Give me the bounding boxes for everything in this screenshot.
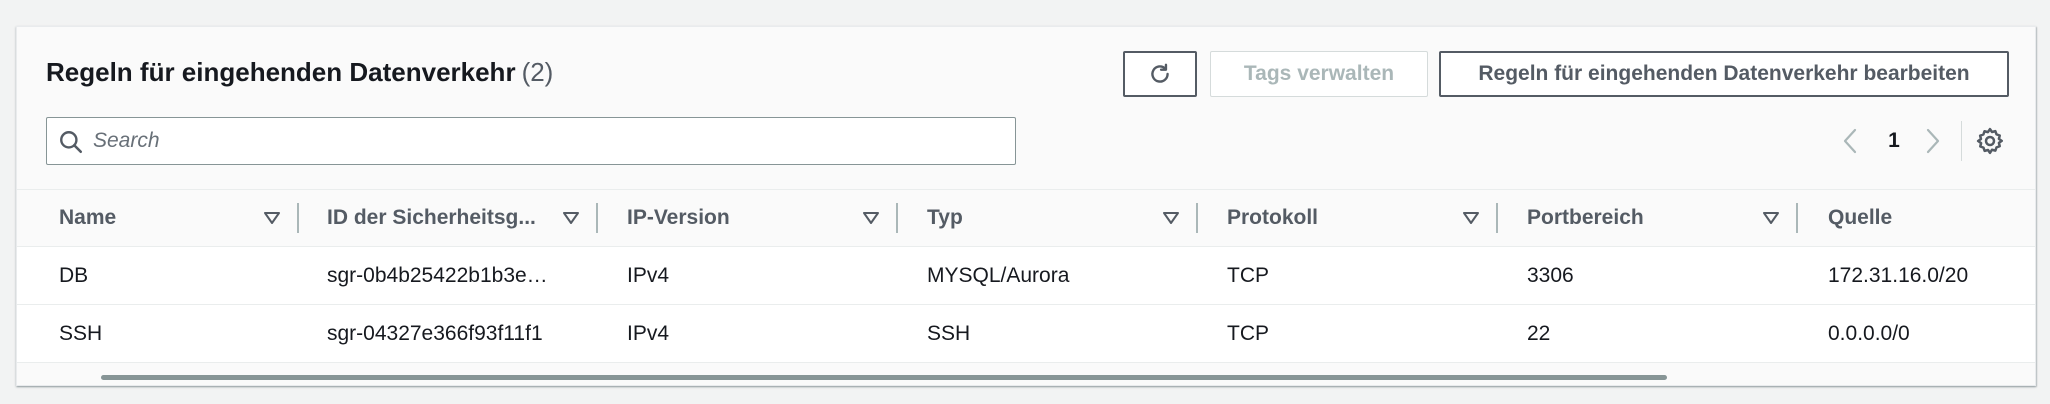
column-header-source[interactable]: Quelle bbox=[1828, 190, 1892, 246]
column-resizer[interactable] bbox=[1196, 203, 1198, 233]
column-header-ip-version[interactable]: IP-Version bbox=[627, 190, 730, 246]
cell-type: MYSQL/Aurora bbox=[927, 263, 1070, 287]
chevron-right-icon bbox=[1926, 128, 1940, 154]
column-header-port-range[interactable]: Portbereich bbox=[1527, 190, 1644, 246]
cell-name: DB bbox=[59, 263, 89, 287]
column-header-name[interactable]: Name bbox=[59, 190, 116, 246]
sort-icon[interactable] bbox=[1760, 207, 1782, 229]
cell-security-group-rule-id: sgr-04327e366f93f11f1 bbox=[327, 321, 543, 345]
cell-ip-version: IPv4 bbox=[627, 263, 670, 287]
column-header-type[interactable]: Typ bbox=[927, 190, 963, 246]
sort-icon[interactable] bbox=[1160, 207, 1182, 229]
table-header: Name ID der Sicherheitsg... IP-Version T… bbox=[17, 189, 2035, 247]
sort-icon[interactable] bbox=[1460, 207, 1482, 229]
cell-ip-version: IPv4 bbox=[627, 321, 670, 345]
column-header-security-group-id[interactable]: ID der Sicherheitsg... bbox=[327, 190, 536, 246]
column-resizer[interactable] bbox=[297, 203, 299, 233]
manage-tags-button[interactable]: Tags verwalten bbox=[1210, 51, 1428, 97]
refresh-icon bbox=[1151, 63, 1169, 83]
inbound-rules-panel: Regeln für eingehenden Datenverkehr (2) T… bbox=[16, 26, 2036, 386]
cell-type: SSH bbox=[927, 321, 971, 345]
cell-source: 0.0.0.0/0 bbox=[1828, 321, 1910, 345]
search-icon bbox=[60, 131, 83, 154]
column-resizer[interactable] bbox=[1496, 203, 1498, 233]
gear-icon[interactable] bbox=[1975, 126, 2005, 156]
cell-security-group-rule-id: sgr-0b4b25422b1b3e… bbox=[327, 263, 548, 287]
sort-icon[interactable] bbox=[560, 207, 582, 229]
rule-count: (2) bbox=[521, 57, 554, 87]
previous-page-button[interactable] bbox=[1836, 123, 1864, 159]
edit-inbound-rules-button[interactable]: Regeln für eingehenden Datenverkehr bear… bbox=[1439, 51, 2009, 97]
pagination-divider bbox=[1961, 121, 1962, 161]
column-header-protocol[interactable]: Protokoll bbox=[1227, 190, 1318, 246]
next-page-button[interactable] bbox=[1919, 123, 1947, 159]
search-input[interactable] bbox=[93, 122, 993, 160]
cell-protocol: TCP bbox=[1227, 321, 1269, 345]
cell-port-range: 3306 bbox=[1527, 263, 1574, 287]
sort-icon[interactable] bbox=[261, 207, 283, 229]
page-title: Regeln für eingehenden Datenverkehr (2) bbox=[46, 57, 553, 88]
column-resizer[interactable] bbox=[1796, 203, 1798, 233]
chevron-left-icon bbox=[1843, 128, 1857, 154]
table-row[interactable]: SSH sgr-04327e366f93f11f1 IPv4 SSH TCP 2… bbox=[17, 305, 2035, 363]
column-resizer[interactable] bbox=[596, 203, 598, 233]
refresh-button[interactable] bbox=[1123, 51, 1197, 97]
table-row[interactable]: DB sgr-0b4b25422b1b3e… IPv4 MYSQL/Aurora… bbox=[17, 247, 2035, 305]
cell-protocol: TCP bbox=[1227, 263, 1269, 287]
cell-name: SSH bbox=[59, 321, 103, 345]
search-field[interactable] bbox=[46, 117, 1016, 165]
column-resizer[interactable] bbox=[896, 203, 898, 233]
cell-source: 172.31.16.0/20 bbox=[1828, 263, 1969, 287]
horizontal-scrollbar-thumb[interactable] bbox=[101, 375, 1667, 380]
title-text: Regeln für eingehenden Datenverkehr bbox=[46, 57, 516, 87]
cell-port-range: 22 bbox=[1527, 321, 1551, 345]
current-page-number[interactable]: 1 bbox=[1879, 123, 1909, 159]
sort-icon[interactable] bbox=[860, 207, 882, 229]
